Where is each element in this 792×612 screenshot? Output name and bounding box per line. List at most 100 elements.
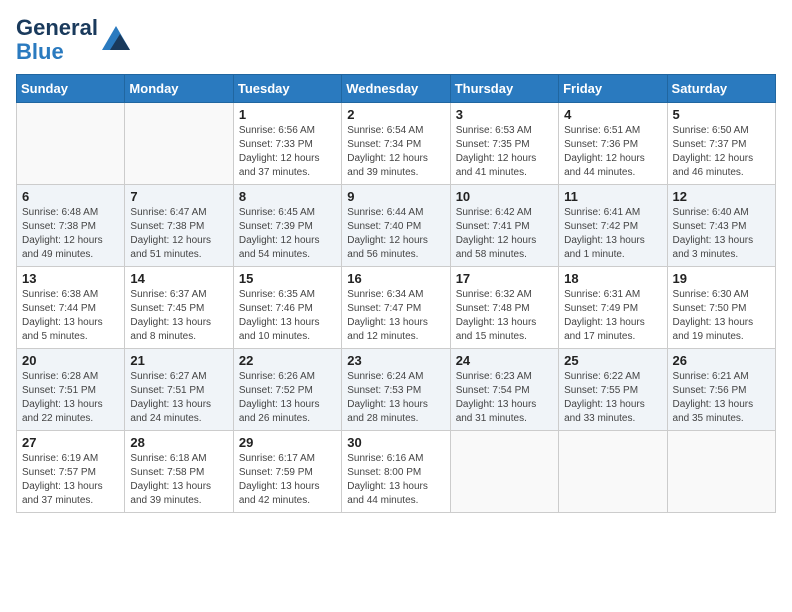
logo-icon bbox=[102, 26, 130, 50]
day-info: Sunrise: 6:51 AM Sunset: 7:36 PM Dayligh… bbox=[564, 124, 661, 180]
calendar-cell bbox=[667, 431, 775, 513]
logo-text: GeneralBlue bbox=[16, 16, 98, 64]
calendar-week-row: 13 Sunrise: 6:38 AM Sunset: 7:44 PM Dayli… bbox=[17, 267, 776, 349]
day-info: Sunrise: 6:47 AM Sunset: 7:38 PM Dayligh… bbox=[130, 206, 227, 262]
calendar-cell: 27Sunrise: 6:19 AM Sunset: 7:57 PM Dayli… bbox=[17, 431, 125, 513]
calendar-cell: 17Sunrise: 6:32 AM Sunset: 7:48 PM Dayli… bbox=[450, 267, 558, 349]
calendar-cell: 12 Sunrise: 6:40 AM Sunset: 7:43 PM Dayli… bbox=[667, 185, 775, 267]
calendar-week-row: 20 Sunrise: 6:28 AM Sunset: 7:51 PM Dayli… bbox=[17, 349, 776, 431]
calendar-cell bbox=[17, 103, 125, 185]
day-number: 26 bbox=[673, 353, 770, 368]
calendar-day-header: Thursday bbox=[450, 75, 558, 103]
calendar-cell: 18 Sunrise: 6:31 AM Sunset: 7:49 PM Dayli… bbox=[559, 267, 667, 349]
calendar-cell: 24 Sunrise: 6:23 AM Sunset: 7:54 PM Dayli… bbox=[450, 349, 558, 431]
day-number: 20 bbox=[22, 353, 119, 368]
day-info: Sunrise: 6:56 AM Sunset: 7:33 PM Dayligh… bbox=[239, 124, 336, 180]
logo: GeneralBlue bbox=[16, 16, 130, 64]
day-info: Sunrise: 6:16 AM Sunset: 8:00 PM Dayligh… bbox=[347, 452, 444, 508]
calendar-cell: 13 Sunrise: 6:38 AM Sunset: 7:44 PM Dayli… bbox=[17, 267, 125, 349]
calendar-cell: 30 Sunrise: 6:16 AM Sunset: 8:00 PM Dayli… bbox=[342, 431, 450, 513]
calendar-cell: 8 Sunrise: 6:45 AM Sunset: 7:39 PM Daylig… bbox=[233, 185, 341, 267]
calendar-cell: 16 Sunrise: 6:34 AM Sunset: 7:47 PM Dayli… bbox=[342, 267, 450, 349]
calendar-day-header: Wednesday bbox=[342, 75, 450, 103]
day-info: Sunrise: 6:31 AM Sunset: 7:49 PM Dayligh… bbox=[564, 288, 661, 344]
day-number: 18 bbox=[564, 271, 661, 286]
day-info: Sunrise: 6:26 AM Sunset: 7:52 PM Dayligh… bbox=[239, 370, 336, 426]
day-number: 7 bbox=[130, 189, 227, 204]
calendar-cell bbox=[450, 431, 558, 513]
day-number: 13 bbox=[22, 271, 119, 286]
calendar-cell: 25 Sunrise: 6:22 AM Sunset: 7:55 PM Dayli… bbox=[559, 349, 667, 431]
day-info: Sunrise: 6:48 AM Sunset: 7:38 PM Dayligh… bbox=[22, 206, 119, 262]
calendar-cell: 29Sunrise: 6:17 AM Sunset: 7:59 PM Dayli… bbox=[233, 431, 341, 513]
calendar-cell: 1 Sunrise: 6:56 AM Sunset: 7:33 PM Daylig… bbox=[233, 103, 341, 185]
calendar-table: SundayMondayTuesdayWednesdayThursdayFrid… bbox=[16, 74, 776, 513]
day-info: Sunrise: 6:53 AM Sunset: 7:35 PM Dayligh… bbox=[456, 124, 553, 180]
day-info: Sunrise: 6:30 AM Sunset: 7:50 PM Dayligh… bbox=[673, 288, 770, 344]
calendar-cell: 20 Sunrise: 6:28 AM Sunset: 7:51 PM Dayli… bbox=[17, 349, 125, 431]
calendar-week-row: 6 Sunrise: 6:48 AM Sunset: 7:38 PM Daylig… bbox=[17, 185, 776, 267]
day-info: Sunrise: 6:35 AM Sunset: 7:46 PM Dayligh… bbox=[239, 288, 336, 344]
day-number: 8 bbox=[239, 189, 336, 204]
calendar-week-row: 1 Sunrise: 6:56 AM Sunset: 7:33 PM Daylig… bbox=[17, 103, 776, 185]
day-info: Sunrise: 6:22 AM Sunset: 7:55 PM Dayligh… bbox=[564, 370, 661, 426]
day-info: Sunrise: 6:50 AM Sunset: 7:37 PM Dayligh… bbox=[673, 124, 770, 180]
day-info: Sunrise: 6:41 AM Sunset: 7:42 PM Dayligh… bbox=[564, 206, 661, 262]
calendar-cell: 23 Sunrise: 6:24 AM Sunset: 7:53 PM Dayli… bbox=[342, 349, 450, 431]
calendar-cell: 19 Sunrise: 6:30 AM Sunset: 7:50 PM Dayli… bbox=[667, 267, 775, 349]
day-number: 6 bbox=[22, 189, 119, 204]
day-info: Sunrise: 6:21 AM Sunset: 7:56 PM Dayligh… bbox=[673, 370, 770, 426]
day-number: 14 bbox=[130, 271, 227, 286]
day-info: Sunrise: 6:28 AM Sunset: 7:51 PM Dayligh… bbox=[22, 370, 119, 426]
calendar-day-header: Sunday bbox=[17, 75, 125, 103]
day-info: Sunrise: 6:19 AM Sunset: 7:57 PM Dayligh… bbox=[22, 452, 119, 508]
day-number: 28 bbox=[130, 435, 227, 450]
day-info: Sunrise: 6:44 AM Sunset: 7:40 PM Dayligh… bbox=[347, 206, 444, 262]
day-info: Sunrise: 6:38 AM Sunset: 7:44 PM Dayligh… bbox=[22, 288, 119, 344]
day-info: Sunrise: 6:24 AM Sunset: 7:53 PM Dayligh… bbox=[347, 370, 444, 426]
day-number: 19 bbox=[673, 271, 770, 286]
day-number: 3 bbox=[456, 107, 553, 122]
day-info: Sunrise: 6:23 AM Sunset: 7:54 PM Dayligh… bbox=[456, 370, 553, 426]
day-info: Sunrise: 6:34 AM Sunset: 7:47 PM Dayligh… bbox=[347, 288, 444, 344]
calendar-cell: 2 Sunrise: 6:54 AM Sunset: 7:34 PM Daylig… bbox=[342, 103, 450, 185]
day-info: Sunrise: 6:17 AM Sunset: 7:59 PM Dayligh… bbox=[239, 452, 336, 508]
day-number: 22 bbox=[239, 353, 336, 368]
day-number: 21 bbox=[130, 353, 227, 368]
day-number: 23 bbox=[347, 353, 444, 368]
calendar-cell: 5 Sunrise: 6:50 AM Sunset: 7:37 PM Daylig… bbox=[667, 103, 775, 185]
calendar-cell: 15 Sunrise: 6:35 AM Sunset: 7:46 PM Dayli… bbox=[233, 267, 341, 349]
calendar-cell: 9 Sunrise: 6:44 AM Sunset: 7:40 PM Daylig… bbox=[342, 185, 450, 267]
day-number: 5 bbox=[673, 107, 770, 122]
day-number: 12 bbox=[673, 189, 770, 204]
calendar-cell: 11Sunrise: 6:41 AM Sunset: 7:42 PM Dayli… bbox=[559, 185, 667, 267]
calendar-cell bbox=[125, 103, 233, 185]
calendar-cell: 6 Sunrise: 6:48 AM Sunset: 7:38 PM Daylig… bbox=[17, 185, 125, 267]
day-info: Sunrise: 6:18 AM Sunset: 7:58 PM Dayligh… bbox=[130, 452, 227, 508]
day-info: Sunrise: 6:42 AM Sunset: 7:41 PM Dayligh… bbox=[456, 206, 553, 262]
day-number: 24 bbox=[456, 353, 553, 368]
day-number: 15 bbox=[239, 271, 336, 286]
calendar-day-header: Monday bbox=[125, 75, 233, 103]
calendar-cell: 22 Sunrise: 6:26 AM Sunset: 7:52 PM Dayli… bbox=[233, 349, 341, 431]
day-number: 16 bbox=[347, 271, 444, 286]
day-number: 2 bbox=[347, 107, 444, 122]
day-info: Sunrise: 6:45 AM Sunset: 7:39 PM Dayligh… bbox=[239, 206, 336, 262]
calendar-header-row: SundayMondayTuesdayWednesdayThursdayFrid… bbox=[17, 75, 776, 103]
day-number: 9 bbox=[347, 189, 444, 204]
calendar-cell: 26 Sunrise: 6:21 AM Sunset: 7:56 PM Dayli… bbox=[667, 349, 775, 431]
day-info: Sunrise: 6:54 AM Sunset: 7:34 PM Dayligh… bbox=[347, 124, 444, 180]
day-number: 25 bbox=[564, 353, 661, 368]
day-info: Sunrise: 6:40 AM Sunset: 7:43 PM Dayligh… bbox=[673, 206, 770, 262]
calendar-cell: 10Sunrise: 6:42 AM Sunset: 7:41 PM Dayli… bbox=[450, 185, 558, 267]
calendar-day-header: Tuesday bbox=[233, 75, 341, 103]
day-number: 17 bbox=[456, 271, 553, 286]
calendar-cell: 21 Sunrise: 6:27 AM Sunset: 7:51 PM Dayli… bbox=[125, 349, 233, 431]
day-number: 4 bbox=[564, 107, 661, 122]
calendar-cell: 4 Sunrise: 6:51 AM Sunset: 7:36 PM Daylig… bbox=[559, 103, 667, 185]
day-info: Sunrise: 6:37 AM Sunset: 7:45 PM Dayligh… bbox=[130, 288, 227, 344]
calendar-cell: 14 Sunrise: 6:37 AM Sunset: 7:45 PM Dayli… bbox=[125, 267, 233, 349]
day-number: 1 bbox=[239, 107, 336, 122]
day-info: Sunrise: 6:27 AM Sunset: 7:51 PM Dayligh… bbox=[130, 370, 227, 426]
day-number: 30 bbox=[347, 435, 444, 450]
